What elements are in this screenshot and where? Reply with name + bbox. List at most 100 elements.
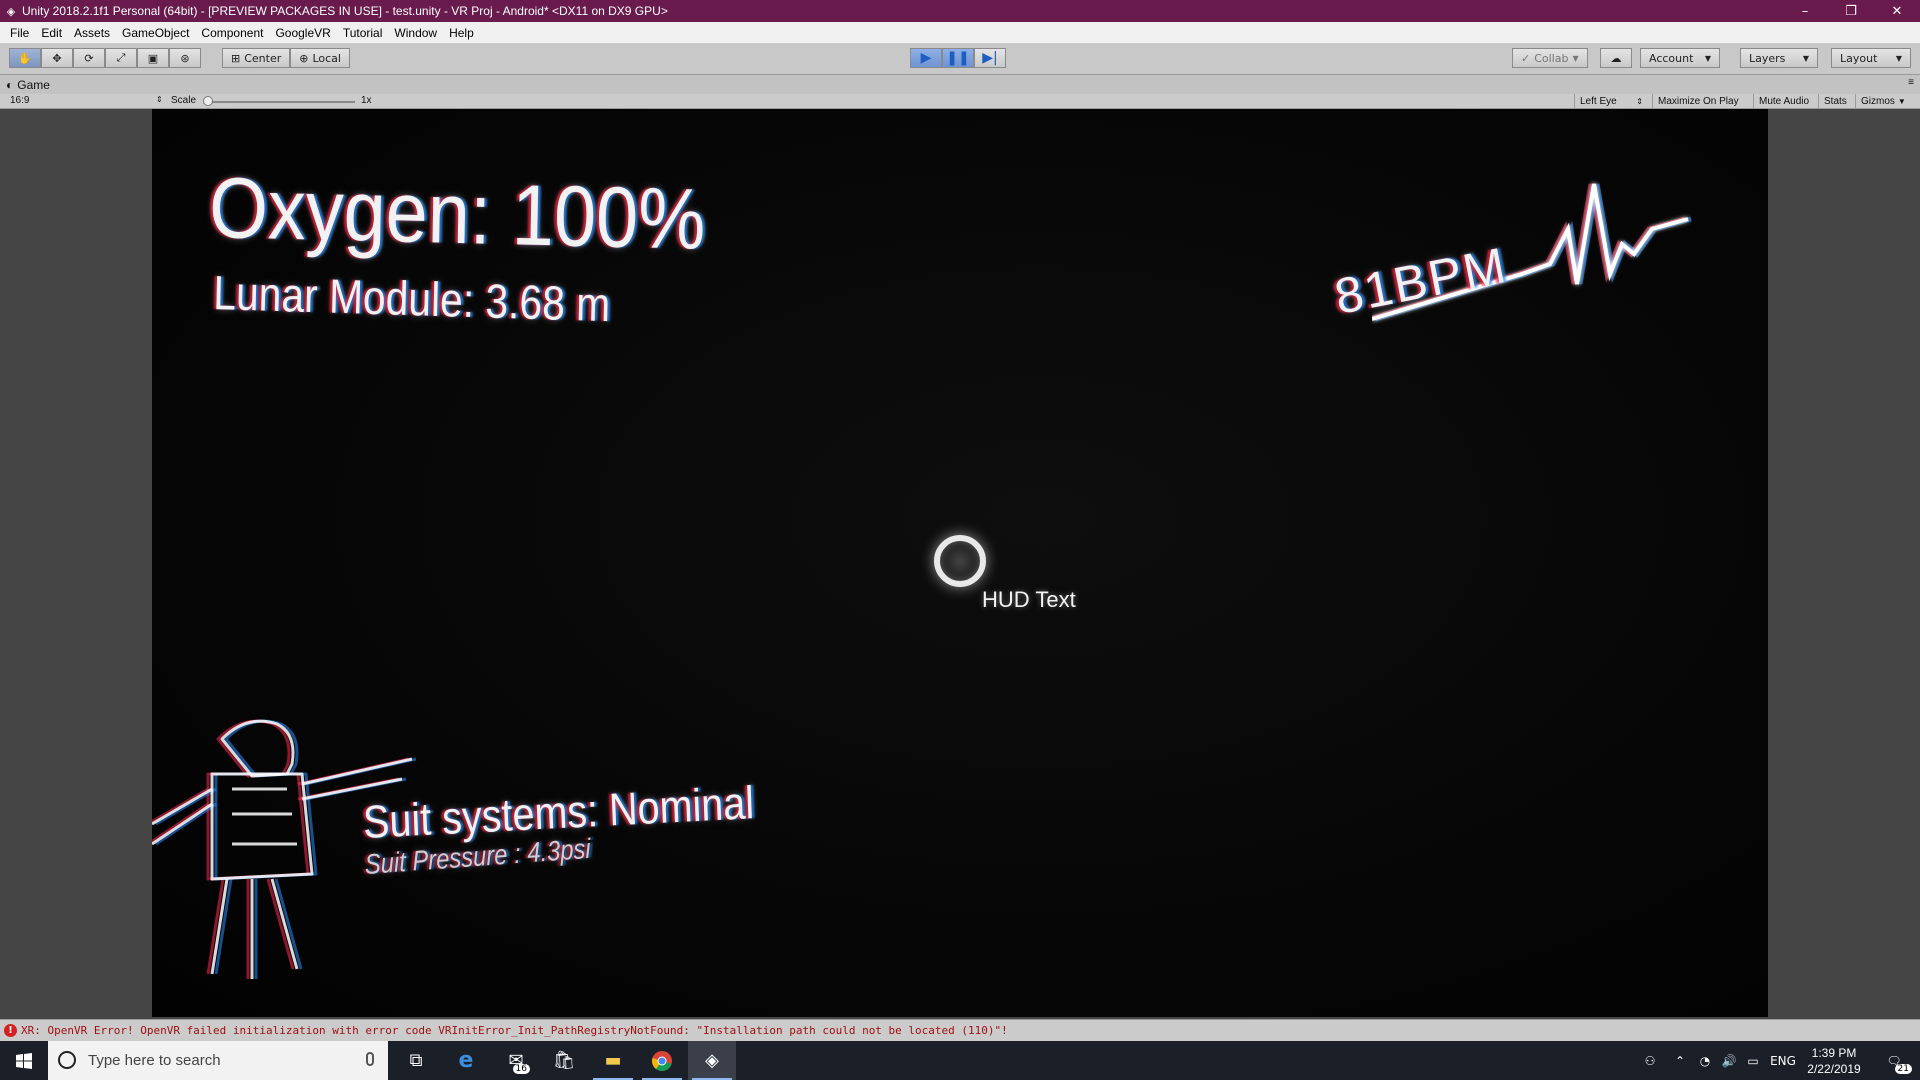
step-icon: ▶| (982, 50, 998, 66)
menu-edit[interactable]: Edit (35, 26, 68, 40)
account-dropdown[interactable]: Account ▼ (1640, 48, 1720, 68)
collab-group: ✓ Collab ▼ (1512, 48, 1588, 68)
network-icon[interactable]: ◔ (1694, 1041, 1716, 1080)
menu-component[interactable]: Component (195, 26, 269, 40)
display-dropdown[interactable]: Left Eye ⇕ (1574, 94, 1648, 109)
clock[interactable]: 1:39 PM 2/22/2019 (1800, 1041, 1868, 1080)
rect-tool-icon: ▣ (147, 51, 159, 65)
mute-audio-toggle[interactable]: Mute Audio (1753, 94, 1814, 109)
taskbar-search[interactable]: Type here to search (48, 1041, 388, 1080)
scale-label: Scale (171, 95, 197, 106)
collab-button[interactable]: ✓ Collab ▼ (1512, 48, 1588, 68)
menu-tutorial[interactable]: Tutorial (337, 26, 389, 40)
play-icon: ▶ (920, 50, 932, 66)
edge-icon: e (458, 1048, 474, 1073)
scale-tool-icon: ⤢ (116, 51, 126, 64)
action-center-button[interactable]: 🗨 21 (1872, 1041, 1916, 1080)
console-message: XR: OpenVR Error! OpenVR failed initiali… (21, 1024, 1008, 1037)
hud-oxygen: Oxygen: 100% (208, 159, 707, 268)
start-button[interactable] (0, 1041, 48, 1080)
move-tool-icon: ✥ (52, 51, 62, 65)
unity-logo-icon: ◈ (6, 5, 16, 18)
error-icon: ! (4, 1024, 17, 1037)
menu-googlevr[interactable]: GoogleVR (269, 26, 336, 40)
unity-app[interactable]: ◈ (688, 1041, 736, 1080)
chevron-down-icon: ▼ (1704, 53, 1711, 63)
display-label: Left Eye (1580, 96, 1617, 107)
play-button[interactable]: ▶ (910, 48, 942, 68)
chevron-up-icon[interactable]: ⌃ (1668, 1041, 1692, 1080)
store-app[interactable]: 🛍 (540, 1041, 588, 1080)
layout-dropdown[interactable]: Layout ▼ (1831, 48, 1911, 68)
restore-button[interactable]: ❐ (1828, 0, 1874, 22)
transform-tool-button[interactable]: ⊛ (169, 48, 201, 68)
gizmos-dropdown[interactable]: Gizmos ▼ (1855, 94, 1920, 109)
tab-game[interactable]: ◐ Game (6, 75, 50, 94)
maximize-on-play-toggle[interactable]: Maximize On Play (1652, 94, 1744, 109)
hand-tool-icon: ✋ (18, 51, 32, 65)
cloud-icon: ☁ (1610, 51, 1622, 65)
menu-help[interactable]: Help (443, 26, 480, 40)
mail-app[interactable]: ✉ 16 (492, 1041, 540, 1080)
pivot-mode-label: Center (244, 51, 282, 65)
folder-icon: ▬ (604, 1050, 622, 1071)
language-indicator[interactable]: ENG (1766, 1041, 1800, 1080)
hud-lunar-module: Lunar Module: 3.68 m (212, 266, 611, 333)
battery-icon[interactable]: ▭ (1742, 1041, 1764, 1080)
scale-slider-track[interactable] (205, 101, 355, 103)
pivot-rotation-label: Local (312, 51, 341, 65)
pivot-local-button[interactable]: ⊕ Local (290, 48, 350, 68)
pause-icon: ❚❚ (946, 50, 970, 66)
collab-label: Collab (1534, 51, 1569, 65)
mail-badge: 16 (512, 1064, 530, 1074)
maximize-label: Maximize On Play (1658, 96, 1739, 107)
aspect-chevron-icon: ⇕ (156, 95, 163, 104)
microphone-icon[interactable] (366, 1052, 374, 1066)
stats-toggle[interactable]: Stats (1818, 94, 1852, 109)
menu-window[interactable]: Window (388, 26, 443, 40)
transform-tools: ✋ ✥ ⟳ ⤢ ▣ ⊛ (9, 48, 201, 68)
close-button[interactable]: ✕ (1874, 0, 1920, 22)
hand-tool-button[interactable]: ✋ (9, 48, 41, 68)
aspect-dropdown[interactable]: 16:9 (10, 95, 29, 106)
game-view-controls: 16:9 ⇕ Scale 1x Left Eye ⇕ Maximize On Pl… (0, 94, 1920, 109)
scale-slider-handle[interactable] (203, 96, 213, 106)
volume-icon[interactable]: 🔊 (1718, 1041, 1740, 1080)
file-explorer-app[interactable]: ▬ (589, 1041, 637, 1080)
notifications-count: 21 (1894, 1064, 1912, 1074)
account-label: Account (1649, 51, 1694, 65)
stats-label: Stats (1824, 96, 1847, 107)
account-group: Account ▼ (1640, 48, 1720, 68)
menu-file[interactable]: File (4, 26, 35, 40)
cloud-button[interactable]: ☁ (1600, 48, 1632, 68)
play-controls: ▶ ❚❚ ▶| (910, 48, 1006, 68)
rotate-tool-icon: ⟳ (84, 51, 94, 65)
move-tool-button[interactable]: ✥ (41, 48, 73, 68)
chrome-app[interactable] (638, 1041, 686, 1080)
tab-menu-icon[interactable]: ≡ (1908, 77, 1914, 88)
chevron-down-icon: ▼ (1895, 53, 1902, 63)
layout-group: Layout ▼ (1831, 48, 1911, 68)
windows-taskbar: Type here to search ⧉ e ✉ 16 🛍 ▬ ◈ ⚇ ⌃ ◔ … (0, 1041, 1920, 1080)
menu-assets[interactable]: Assets (68, 26, 116, 40)
task-view-button[interactable]: ⧉ (392, 1041, 440, 1080)
rect-tool-button[interactable]: ▣ (137, 48, 169, 68)
minimize-button[interactable]: – (1782, 0, 1828, 22)
console-status-bar[interactable]: ! XR: OpenVR Error! OpenVR failed initia… (0, 1019, 1920, 1041)
check-icon: ✓ (1521, 51, 1531, 65)
edge-app[interactable]: e (442, 1041, 490, 1080)
rotate-tool-button[interactable]: ⟳ (73, 48, 105, 68)
layers-dropdown[interactable]: Layers ▼ (1740, 48, 1818, 68)
pivot-center-button[interactable]: ⊞ Center (222, 48, 291, 68)
cloud-group: ☁ (1600, 48, 1632, 68)
local-icon: ⊕ (299, 51, 309, 65)
pause-button[interactable]: ❚❚ (942, 48, 974, 68)
store-icon: 🛍 (552, 1050, 576, 1071)
scale-tool-button[interactable]: ⤢ (105, 48, 137, 68)
people-icon[interactable]: ⚇ (1636, 1041, 1664, 1080)
menu-gameobject[interactable]: GameObject (116, 26, 195, 40)
mute-label: Mute Audio (1759, 96, 1810, 107)
step-button[interactable]: ▶| (974, 48, 1006, 68)
game-view[interactable]: Oxygen: 100% Lunar Module: 3.68 m 81BPM … (152, 109, 1768, 1017)
gaze-reticle-icon (934, 535, 986, 587)
